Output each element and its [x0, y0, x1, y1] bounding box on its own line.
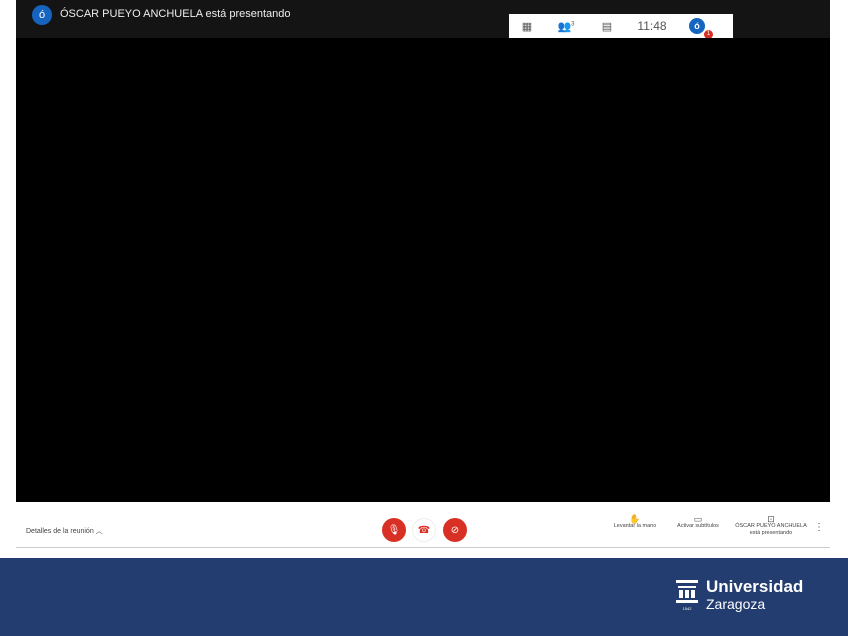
- camera-off-button[interactable]: ⊘: [443, 518, 467, 542]
- presentation-area: [16, 38, 830, 502]
- hand-icon: ✋: [629, 514, 641, 524]
- captions-icon: ▭: [693, 514, 703, 524]
- presenting-line1: ÓSCAR PUEYO ANCHUELA: [735, 523, 807, 529]
- people-count: 3: [571, 20, 575, 27]
- presenter-text: ÓSCAR PUEYO ANCHUELA está presentando: [60, 8, 291, 20]
- phone-hangup-icon: ☎: [417, 524, 431, 536]
- top-bar: ó ÓSCAR PUEYO ANCHUELA está presentando …: [16, 0, 830, 40]
- university-city: Zaragoza: [706, 596, 766, 612]
- presenting-line2: está presentando: [749, 530, 793, 536]
- more-options-icon[interactable]: ⋮: [814, 523, 824, 533]
- raise-hand-label: Levantar la mano: [613, 523, 657, 529]
- people-icon[interactable]: 👥3: [545, 20, 587, 33]
- raise-hand-button[interactable]: ✋ Levantar la mano: [608, 514, 662, 530]
- clock: 11:48: [637, 19, 667, 33]
- mic-off-icon: 🎙: [387, 524, 401, 536]
- captions-button[interactable]: ▭ Activar subtítulos: [670, 514, 726, 530]
- controls-bar: Detalles de la reunión ︿ 🎙 ☎ ⊘ ✋ Levantar…: [16, 512, 830, 548]
- qr-grid-icon[interactable]: ▦: [509, 20, 545, 33]
- founding-year: 1542: [682, 606, 692, 611]
- captions-label: Activar subtítulos: [677, 523, 719, 529]
- university-emblem-icon: 1542: [676, 578, 698, 612]
- chevron-up-icon: ︿: [95, 528, 103, 535]
- presenter-avatar: ó: [32, 5, 52, 25]
- university-logo: 1542 Universidad Zaragoza: [676, 578, 803, 612]
- user-avatar[interactable]: ó1: [677, 18, 717, 39]
- university-name: Universidad: [706, 577, 804, 596]
- camera-off-icon: ⊘: [450, 524, 460, 536]
- present-icon: ⊡: [767, 514, 775, 524]
- meeting-details-button[interactable]: Detalles de la reunión ︿: [26, 526, 103, 536]
- meeting-details-label: Detalles de la reunión: [26, 528, 94, 535]
- mic-off-button[interactable]: 🎙: [382, 518, 406, 542]
- chat-icon[interactable]: ▤: [587, 20, 627, 33]
- presenting-button[interactable]: ⊡ ÓSCAR PUEYO ANCHUELA está presentando: [732, 514, 810, 537]
- meeting-toolbox: ▦ 👥3 ▤ 11:48 ó1: [509, 14, 733, 39]
- hang-up-button[interactable]: ☎: [412, 518, 436, 542]
